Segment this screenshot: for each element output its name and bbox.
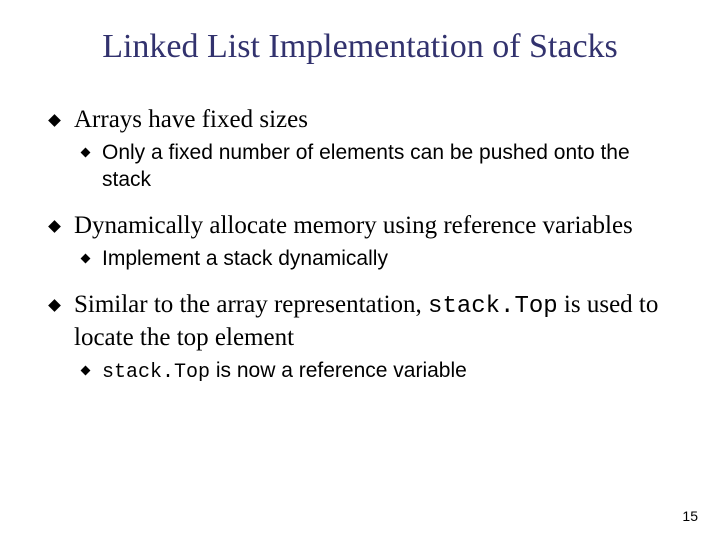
- bullet-text: Implement a stack dynamically: [102, 247, 388, 270]
- bullet-level2: stack.Top is now a reference variable: [42, 358, 678, 386]
- bullet-level1: Arrays have fixed sizes: [42, 104, 678, 136]
- page-number: 15: [682, 508, 698, 524]
- slide-title: Linked List Implementation of Stacks: [0, 28, 720, 66]
- code-text: stack.Top: [102, 361, 210, 384]
- bullet-text: is now a reference variable: [210, 359, 467, 382]
- bullet-text: Similar to the array representation,: [74, 291, 428, 318]
- bullet-level2: Implement a stack dynamically: [42, 246, 678, 273]
- bullet-text: Only a fixed number of elements can be p…: [102, 141, 630, 191]
- bullet-text: Arrays have fixed sizes: [74, 106, 308, 133]
- bullet-level1: Similar to the array representation, sta…: [42, 289, 678, 355]
- bullet-level1: Dynamically allocate memory using refere…: [42, 210, 678, 242]
- slide-body: Arrays have fixed sizes Only a fixed num…: [42, 104, 678, 402]
- code-text: stack.Top: [428, 293, 558, 320]
- slide: Linked List Implementation of Stacks Arr…: [0, 0, 720, 540]
- bullet-text: Dynamically allocate memory using refere…: [74, 212, 633, 239]
- bullet-level2: Only a fixed number of elements can be p…: [42, 140, 678, 194]
